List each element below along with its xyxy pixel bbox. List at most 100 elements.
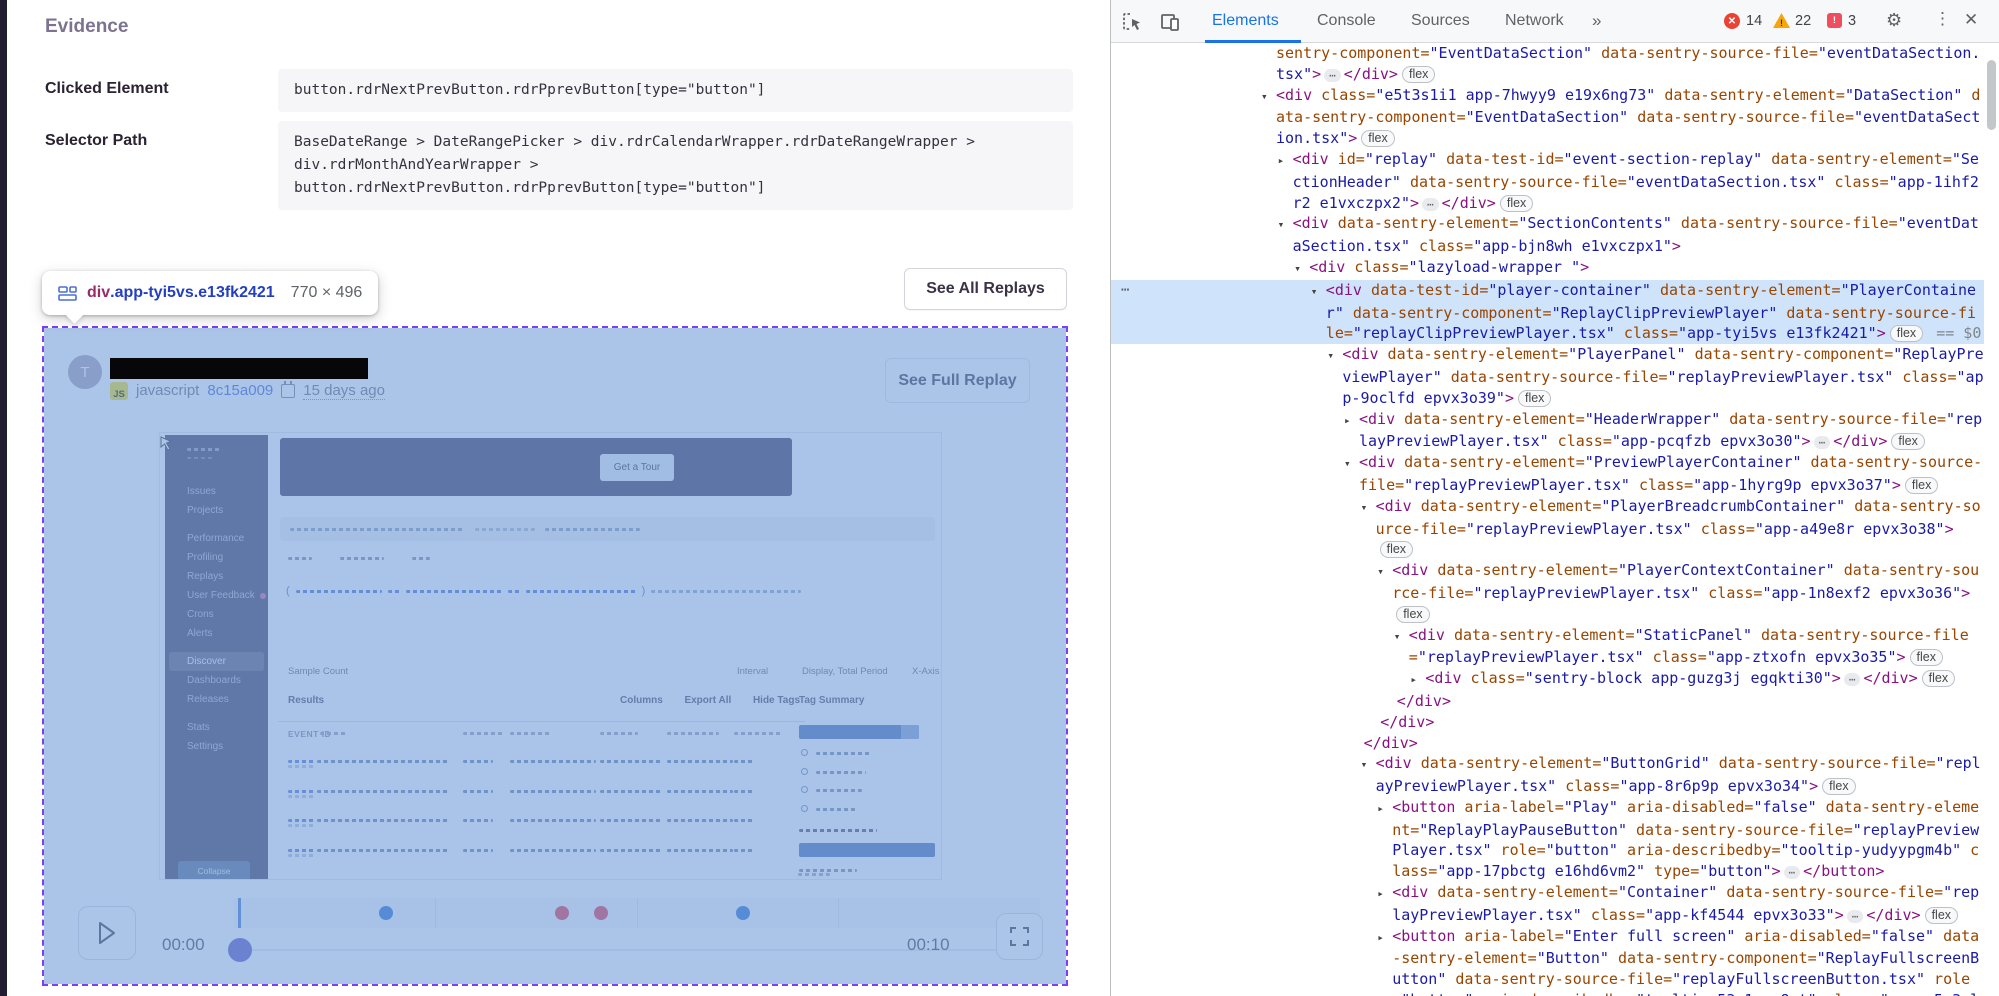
timeline-user-action-dot[interactable] — [379, 906, 393, 920]
error-count[interactable]: 14 — [1746, 13, 1762, 29]
expand-arrow-open-icon[interactable]: ▾ — [1278, 215, 1293, 236]
tab-console[interactable]: Console — [1317, 0, 1376, 42]
dom-tree-node[interactable]: ▾<div data-sentry-element="ButtonGrid" d… — [1111, 753, 1984, 797]
expand-arrow-open-icon[interactable]: ▾ — [1344, 454, 1359, 475]
warning-count-icon[interactable]: ! — [1773, 13, 1790, 28]
dom-tree-node[interactable]: ▾<div data-sentry-element="PlayerPanel" … — [1111, 344, 1984, 408]
fullscreen-button[interactable] — [996, 913, 1043, 960]
expand-arrow-open-icon[interactable]: ▾ — [1294, 259, 1309, 280]
dom-tree-node[interactable]: ▾<div data-sentry-element="PreviewPlayer… — [1111, 452, 1984, 496]
tab-sources[interactable]: Sources — [1411, 0, 1470, 42]
dom-tree-node[interactable]: ▸<button aria-label="Enter full screen" … — [1111, 926, 1984, 996]
flex-badge[interactable]: flex — [1500, 195, 1533, 212]
collapsed-content-ellipsis-icon[interactable]: ⋯ — [1324, 69, 1341, 82]
play-button[interactable] — [78, 906, 136, 960]
expand-arrow-closed-icon[interactable]: ▸ — [1377, 928, 1392, 949]
dom-tree-node[interactable]: ▸<div data-sentry-element="Container" da… — [1111, 882, 1984, 926]
flex-badge[interactable]: flex — [1891, 433, 1924, 450]
flex-badge[interactable]: flex — [1361, 130, 1394, 147]
warning-count[interactable]: 22 — [1795, 13, 1811, 29]
expand-arrow-closed-icon[interactable]: ▸ — [1377, 799, 1392, 820]
expand-arrow-closed-icon[interactable]: ▸ — [1377, 884, 1392, 905]
timeline-user-action-dot[interactable] — [736, 906, 750, 920]
devtools-scrollbar[interactable] — [1987, 60, 1996, 130]
replay-preview-screen: IssuesProjectsPerformanceProfilingReplay… — [159, 432, 942, 880]
collapsed-content-ellipsis-icon[interactable]: ⋯ — [1844, 673, 1861, 686]
dom-tree-node[interactable]: ▾<div data-sentry-element="SectionConten… — [1111, 213, 1984, 257]
tag-bullet-icon — [801, 786, 808, 793]
preview-tour-button: Get a Tour — [600, 454, 674, 481]
replay-player-container[interactable]: T JS javascript 8c15a009 15 days ago See… — [42, 326, 1068, 986]
more-tabs-icon[interactable]: » — [1592, 0, 1601, 42]
preview-sidebar-item-releases: Releases — [165, 690, 268, 709]
collapsed-content-ellipsis-icon[interactable]: ⋯ — [1422, 198, 1439, 211]
expand-arrow-closed-icon[interactable]: ▸ — [1410, 670, 1425, 691]
error-count-icon[interactable]: ✕ — [1724, 13, 1740, 29]
preview-sidebar-item-profiling: Profiling — [165, 548, 268, 567]
expand-arrow-open-icon[interactable]: ▾ — [1377, 562, 1392, 583]
flex-badge[interactable]: flex — [1890, 325, 1923, 342]
tab-network[interactable]: Network — [1505, 0, 1564, 42]
dom-tree-node[interactable]: ▾<div data-sentry-element="StaticPanel" … — [1111, 625, 1984, 669]
timeline-error-dot[interactable] — [555, 906, 569, 920]
flex-badge[interactable]: flex — [1922, 670, 1955, 687]
kebab-menu-icon[interactable]: ⋮ — [1934, 9, 1951, 29]
collapsed-content-ellipsis-icon[interactable]: ⋯ — [1784, 866, 1801, 879]
scrubber-handle[interactable] — [228, 938, 252, 962]
expand-arrow-open-icon[interactable]: ▾ — [1261, 87, 1276, 108]
flex-badge[interactable]: flex — [1905, 477, 1938, 494]
dom-tree[interactable]: sentry-component="EventDataSection" data… — [1111, 43, 1999, 996]
expand-arrow-open-icon[interactable]: ▾ — [1327, 346, 1342, 367]
timeline-track[interactable] — [234, 898, 1040, 928]
flex-badge[interactable]: flex — [1910, 649, 1943, 666]
preview-sidebar-item-stats: Stats — [165, 718, 268, 737]
collapsed-content-ellipsis-icon[interactable]: ⋯ — [1847, 910, 1864, 923]
preview-banner: Get a Tour — [280, 438, 792, 496]
close-devtools-icon[interactable]: ✕ — [1964, 10, 1978, 30]
flex-badge[interactable]: flex — [1396, 606, 1429, 623]
tooltip-tag-name: div — [87, 284, 110, 302]
tooltip-classes: .app-tyi5vs.e13fk2421 — [110, 284, 275, 302]
preview-query-line: ( ) — [286, 585, 801, 597]
timeline-error-dot[interactable] — [594, 906, 608, 920]
dom-tree-node[interactable]: </div> — [1111, 691, 1984, 712]
flex-badge[interactable]: flex — [1402, 66, 1435, 83]
expand-arrow-closed-icon[interactable]: ▸ — [1344, 411, 1359, 432]
flex-badge[interactable]: flex — [1380, 541, 1413, 558]
collapsed-content-ellipsis-icon[interactable]: ⋯ — [1814, 436, 1831, 449]
dom-tree-node[interactable]: </div> — [1111, 733, 1984, 754]
expand-arrow-open-icon[interactable]: ▾ — [1311, 282, 1326, 303]
dom-tree-node[interactable]: </div> — [1111, 712, 1984, 733]
preview-tag-bar — [799, 725, 919, 739]
flex-badge[interactable]: flex — [1518, 390, 1551, 407]
dom-tree-node[interactable]: ▾<div class="e5t3s1i1 app-7hwyy9 e19x6ng… — [1111, 85, 1984, 149]
see-all-replays-button[interactable]: See All Replays — [904, 268, 1067, 310]
dom-tree-node[interactable]: ▸<div class="sentry-block app-guzg3j egq… — [1111, 668, 1984, 691]
node-options-dots-icon[interactable]: ⋯ — [1121, 280, 1129, 301]
dom-tree-node[interactable]: ▾<div data-sentry-element="PlayerBreadcr… — [1111, 496, 1984, 560]
current-time: 00:00 — [162, 935, 205, 955]
dom-tree-node[interactable]: ▸<button aria-label="Play" aria-disabled… — [1111, 797, 1984, 882]
expand-arrow-open-icon[interactable]: ▾ — [1361, 498, 1376, 519]
settings-gear-icon[interactable]: ⚙ — [1886, 10, 1902, 31]
flex-badge[interactable]: flex — [1925, 907, 1958, 924]
device-toolbar-icon[interactable] — [1156, 8, 1184, 36]
release-link[interactable]: 8c15a009 — [207, 382, 273, 399]
inspect-element-icon[interactable] — [1118, 8, 1146, 36]
dom-tree-node[interactable]: ▾<div class="lazyload-wrapper "> — [1111, 257, 1984, 280]
issues-count-icon[interactable]: ! — [1827, 13, 1842, 28]
tab-elements[interactable]: Elements — [1212, 0, 1279, 42]
dom-tree-node[interactable]: sentry-component="EventDataSection" data… — [1111, 43, 1984, 85]
expand-arrow-open-icon[interactable]: ▾ — [1394, 627, 1409, 648]
dom-tree-node-selected[interactable]: ▾⋯<div data-test-id="player-container" d… — [1111, 280, 1984, 344]
dom-tree-node[interactable]: ▸<div id="replay" data-test-id="event-se… — [1111, 149, 1984, 213]
platform-label: javascript — [136, 382, 199, 399]
expand-arrow-closed-icon[interactable]: ▸ — [1278, 151, 1293, 172]
dom-tree-node[interactable]: ▸<div data-sentry-element="HeaderWrapper… — [1111, 409, 1984, 453]
expand-arrow-open-icon[interactable]: ▾ — [1361, 755, 1376, 776]
dom-tree-node[interactable]: ▾<div data-sentry-element="PlayerContext… — [1111, 560, 1984, 624]
redacted-username — [110, 358, 368, 379]
issues-count[interactable]: 3 — [1848, 13, 1856, 29]
flex-badge[interactable]: flex — [1822, 778, 1855, 795]
see-full-replay-button[interactable]: See Full Replay — [885, 358, 1030, 403]
